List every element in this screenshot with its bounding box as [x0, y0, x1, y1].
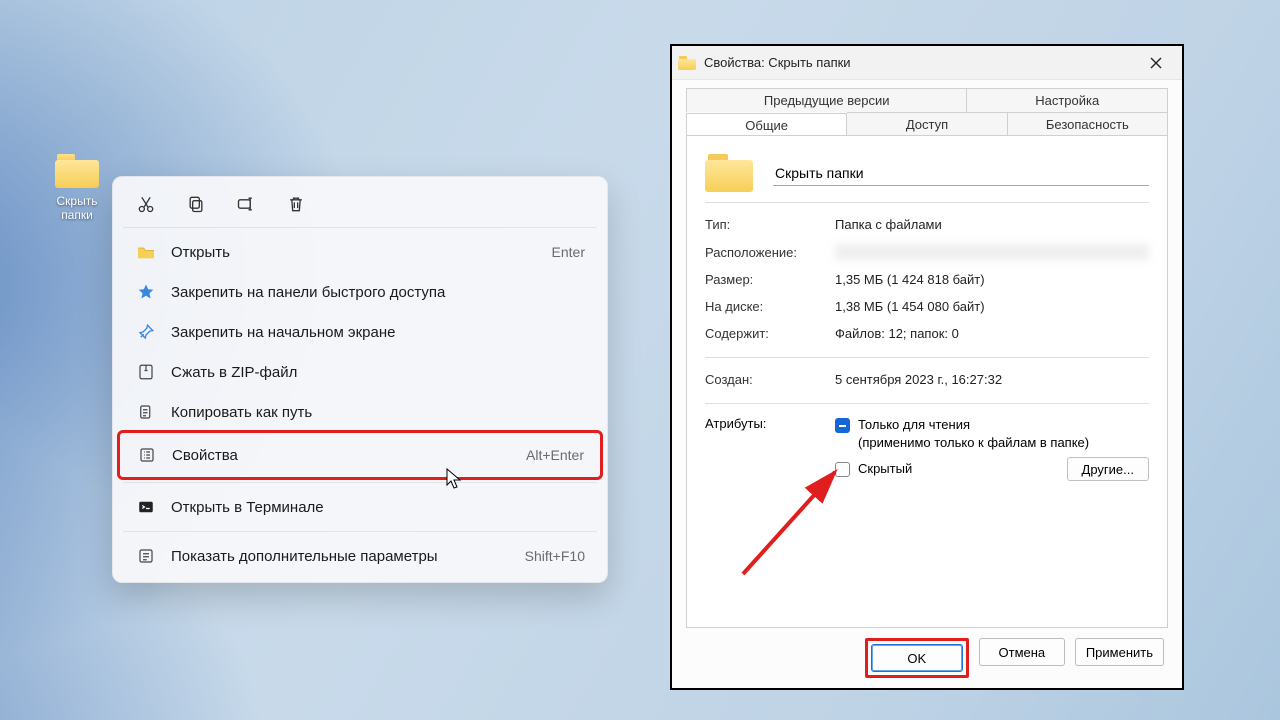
value-location: [835, 244, 1149, 260]
menu-item-label: Открыть: [171, 244, 552, 261]
menu-item-pin-quick[interactable]: Закрепить на панели быстрого доступа: [119, 272, 601, 312]
label-size: Размер:: [705, 272, 835, 287]
separator: [705, 403, 1149, 404]
context-menu-toolbar: [119, 183, 601, 223]
menu-item-label: Показать дополнительные параметры: [171, 548, 525, 565]
properties-dialog: Свойства: Скрыть папки Предыдущие версии…: [670, 44, 1184, 690]
menu-item-zip[interactable]: Сжать в ZIP-файл: [119, 352, 601, 392]
dialog-title: Свойства: Скрыть папки: [704, 55, 1136, 70]
menu-item-label: Закрепить на начальном экране: [171, 324, 585, 341]
ok-button[interactable]: OK: [871, 644, 963, 672]
desktop-folder-label: Скрыть папки: [40, 194, 114, 222]
separator: [123, 227, 597, 228]
dialog-tabs: Предыдущие версии Настройка Общие Доступ…: [686, 88, 1168, 136]
context-menu: Открыть Enter Закрепить на панели быстро…: [112, 176, 608, 583]
folder-name-input[interactable]: [773, 161, 1149, 186]
menu-item-open-terminal[interactable]: Открыть в Терминале: [119, 487, 601, 527]
folder-icon: [678, 56, 696, 70]
desktop-folder[interactable]: Скрыть папки: [40, 154, 114, 222]
menu-item-properties[interactable]: Свойства Alt+Enter: [120, 433, 600, 477]
tab-previous-versions[interactable]: Предыдущие версии: [686, 88, 967, 112]
close-button[interactable]: [1136, 49, 1176, 77]
menu-item-more-options[interactable]: Показать дополнительные параметры Shift+…: [119, 536, 601, 576]
separator: [705, 202, 1149, 203]
dialog-titlebar[interactable]: Свойства: Скрыть папки: [672, 46, 1182, 80]
separator: [123, 531, 597, 532]
copy-icon[interactable]: [185, 193, 207, 215]
menu-item-shortcut: Enter: [552, 244, 585, 260]
menu-item-label: Сжать в ZIP-файл: [171, 364, 585, 381]
highlight-properties: Свойства Alt+Enter: [117, 430, 603, 480]
cancel-button[interactable]: Отмена: [979, 638, 1065, 666]
label-size-on-disk: На диске:: [705, 299, 835, 314]
general-tab-panel: Тип:Папка с файлами Расположение: Размер…: [686, 135, 1168, 628]
pin-icon: [135, 323, 157, 341]
star-icon: [135, 283, 157, 301]
apply-button[interactable]: Применить: [1075, 638, 1164, 666]
rename-icon[interactable]: [235, 193, 257, 215]
menu-item-shortcut: Shift+F10: [525, 548, 585, 564]
tab-customize[interactable]: Настройка: [967, 88, 1168, 112]
menu-item-label: Закрепить на панели быстрого доступа: [171, 284, 585, 301]
properties-icon: [136, 446, 158, 464]
label-created: Создан:: [705, 372, 835, 387]
delete-icon[interactable]: [285, 193, 307, 215]
checkbox-hidden[interactable]: [835, 462, 850, 477]
separator: [123, 482, 597, 483]
copy-path-icon: [135, 403, 157, 421]
other-attributes-button[interactable]: Другие...: [1067, 457, 1149, 481]
tab-sharing[interactable]: Доступ: [847, 112, 1007, 136]
value-type: Папка с файлами: [835, 217, 1149, 232]
label-location: Расположение:: [705, 245, 835, 260]
value-size-on-disk: 1,38 МБ (1 454 080 байт): [835, 299, 1149, 314]
menu-item-label: Открыть в Терминале: [171, 499, 585, 516]
cut-icon[interactable]: [135, 193, 157, 215]
separator: [705, 357, 1149, 358]
attr-hidden: Скрытый: [858, 460, 912, 478]
menu-item-copy-path[interactable]: Копировать как путь: [119, 392, 601, 432]
highlight-ok: OK: [865, 638, 969, 678]
zip-icon: [135, 363, 157, 381]
checkbox-readonly[interactable]: [835, 418, 850, 433]
menu-item-open[interactable]: Открыть Enter: [119, 232, 601, 272]
label-contains: Содержит:: [705, 326, 835, 341]
menu-item-pin-start[interactable]: Закрепить на начальном экране: [119, 312, 601, 352]
menu-item-label: Свойства: [172, 447, 526, 464]
dialog-button-bar: OK Отмена Применить: [686, 628, 1168, 688]
tab-general[interactable]: Общие: [686, 113, 847, 137]
more-options-icon: [135, 547, 157, 565]
label-type: Тип:: [705, 217, 835, 232]
attr-readonly: Только для чтения (применимо только к фа…: [858, 416, 1089, 451]
folder-icon: [55, 154, 99, 188]
tab-security[interactable]: Безопасность: [1008, 112, 1168, 136]
menu-item-label: Копировать как путь: [171, 404, 585, 421]
label-attributes: Атрибуты:: [705, 416, 835, 481]
folder-icon: [705, 154, 753, 192]
menu-item-shortcut: Alt+Enter: [526, 447, 584, 463]
terminal-icon: [135, 498, 157, 516]
value-created: 5 сентября 2023 г., 16:27:32: [835, 372, 1149, 387]
folder-open-icon: [135, 244, 157, 260]
value-contains: Файлов: 12; папок: 0: [835, 326, 1149, 341]
value-size: 1,35 МБ (1 424 818 байт): [835, 272, 1149, 287]
